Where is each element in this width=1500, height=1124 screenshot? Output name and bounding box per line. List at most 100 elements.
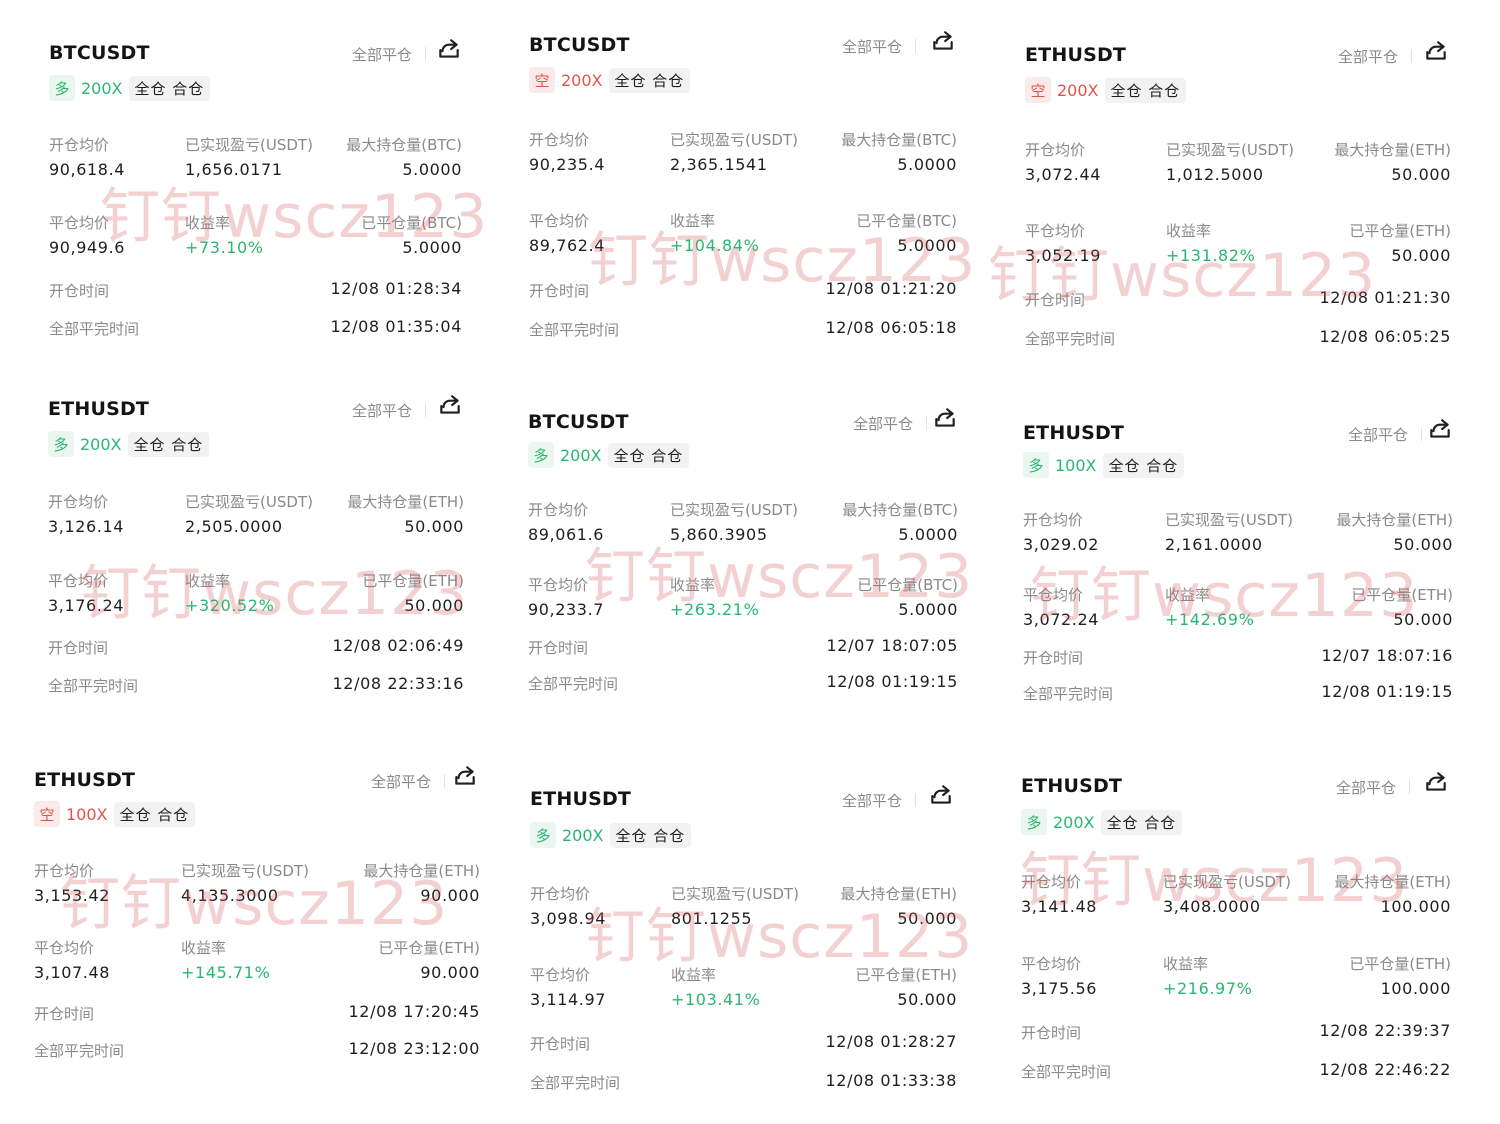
yield-value: +216.97% <box>1163 979 1253 998</box>
margin-mode-badge: 全仓 合仓 <box>127 431 210 457</box>
yield-label: 收益率 <box>185 572 231 590</box>
position-tags: 空 200X 全仓 合仓 <box>1025 77 1187 103</box>
closed-qty-value: 5.0000 <box>402 238 462 257</box>
full-close-time-label: 全部平完时间 <box>1023 685 1114 703</box>
share-icon[interactable] <box>932 405 958 431</box>
open-time-value: 12/08 22:39:37 <box>1319 1021 1451 1040</box>
leverage-label: 200X <box>1053 812 1095 832</box>
share-icon[interactable] <box>1423 769 1449 795</box>
side-badge: 多 <box>49 75 75 101</box>
open-avg-label: 开仓均价 <box>49 136 110 154</box>
realized-pnl-value: 4,135.3000 <box>181 886 279 905</box>
yield-value: +263.21% <box>670 600 760 619</box>
share-icon[interactable] <box>436 36 462 62</box>
share-icon[interactable] <box>1427 416 1453 442</box>
trade-card: BTCUSDT 全部平仓多 200X 全仓 合仓 开仓均价 已实现盈亏(USDT) 最大持仓… <box>49 39 462 362</box>
full-close-time-value: 12/08 01:19:15 <box>1321 682 1453 701</box>
side-badge: 多 <box>1023 452 1049 478</box>
realized-pnl-label: 已实现盈亏(USDT) <box>1163 873 1291 891</box>
symbol-title: ETHUSDT <box>34 769 136 791</box>
close-all-button[interactable]: 全部平仓 <box>371 771 446 792</box>
close-all-button[interactable]: 全部平仓 <box>1336 777 1411 798</box>
close-avg-label: 平仓均价 <box>529 212 590 230</box>
close-all-button[interactable]: 全部平仓 <box>352 400 427 421</box>
yield-label: 收益率 <box>185 214 231 232</box>
full-close-time-value: 12/08 01:19:15 <box>826 672 958 691</box>
realized-pnl-value: 2,161.0000 <box>1165 535 1263 554</box>
close-all-button[interactable]: 全部平仓 <box>842 36 917 57</box>
margin-mode-badge: 全仓 合仓 <box>128 75 211 101</box>
position-tags: 多 200X 全仓 合仓 <box>48 431 210 457</box>
realized-pnl-label: 已实现盈亏(USDT) <box>185 136 313 154</box>
trade-card: ETHUSDT 全部平仓多 200X 全仓 合仓 开仓均价 已实现盈亏(USDT) 最大持仓… <box>1021 772 1451 1095</box>
close-avg-label: 平仓均价 <box>530 966 591 984</box>
open-avg-value: 90,618.4 <box>49 160 126 179</box>
share-icon[interactable] <box>437 392 463 418</box>
trade-card: ETHUSDT 全部平仓多 200X 全仓 合仓 开仓均价 已实现盈亏(USDT) 最大持仓… <box>530 785 957 1108</box>
closed-qty-value: 50.000 <box>1393 610 1453 629</box>
full-close-time-label: 全部平完时间 <box>1021 1063 1112 1081</box>
open-avg-label: 开仓均价 <box>34 862 95 880</box>
closed-qty-label: 已平仓量(ETH) <box>1351 586 1453 604</box>
max-position-value: 5.0000 <box>402 160 462 179</box>
margin-mode-badge: 全仓 合仓 <box>609 822 692 848</box>
close-all-button[interactable]: 全部平仓 <box>1348 424 1423 445</box>
open-time-label: 开仓时间 <box>49 282 110 300</box>
max-position-label: 最大持仓量(ETH) <box>363 862 480 880</box>
open-time-value: 12/08 17:20:45 <box>348 1002 480 1021</box>
open-time-label: 开仓时间 <box>1025 291 1086 309</box>
position-tags: 多 100X 全仓 合仓 <box>1023 452 1185 478</box>
realized-pnl-label: 已实现盈亏(USDT) <box>671 885 799 903</box>
open-avg-value: 3,029.02 <box>1023 535 1100 554</box>
close-avg-value: 3,114.97 <box>530 990 607 1009</box>
open-avg-label: 开仓均价 <box>1025 141 1086 159</box>
max-position-label: 最大持仓量(ETH) <box>1334 141 1451 159</box>
max-position-label: 最大持仓量(BTC) <box>346 136 462 154</box>
open-time-label: 开仓时间 <box>529 282 590 300</box>
max-position-label: 最大持仓量(BTC) <box>842 501 958 519</box>
trade-card: ETHUSDT 全部平仓空 100X 全仓 合仓 开仓均价 已实现盈亏(USDT) 最大持仓… <box>34 766 480 1089</box>
share-icon[interactable] <box>928 782 954 808</box>
open-avg-value: 89,061.6 <box>528 525 605 544</box>
side-badge: 空 <box>529 67 555 93</box>
symbol-title: ETHUSDT <box>48 398 150 420</box>
leverage-label: 200X <box>560 445 602 465</box>
share-icon[interactable] <box>930 28 956 54</box>
close-all-button[interactable]: 全部平仓 <box>352 44 427 65</box>
position-tags: 空 200X 全仓 合仓 <box>529 67 691 93</box>
position-tags: 多 200X 全仓 合仓 <box>530 822 692 848</box>
close-avg-value: 90,233.7 <box>528 600 605 619</box>
realized-pnl-label: 已实现盈亏(USDT) <box>670 131 798 149</box>
closed-qty-label: 已平仓量(ETH) <box>362 572 464 590</box>
max-position-label: 最大持仓量(BTC) <box>841 131 957 149</box>
max-position-label: 最大持仓量(ETH) <box>840 885 957 903</box>
margin-mode-badge: 全仓 合仓 <box>1102 452 1185 478</box>
realized-pnl-value: 2,365.1541 <box>670 155 768 174</box>
open-avg-value: 3,126.14 <box>48 517 125 536</box>
realized-pnl-value: 2,505.0000 <box>185 517 283 536</box>
open-time-label: 开仓时间 <box>48 639 109 657</box>
closed-qty-label: 已平仓量(BTC) <box>857 576 958 594</box>
yield-value: +131.82% <box>1166 246 1256 265</box>
full-close-time-value: 12/08 06:05:18 <box>825 318 957 337</box>
max-position-label: 最大持仓量(ETH) <box>1336 511 1453 529</box>
side-badge: 多 <box>48 431 74 457</box>
closed-qty-value: 5.0000 <box>898 600 958 619</box>
closed-qty-value: 50.000 <box>1391 246 1451 265</box>
open-avg-value: 90,235.4 <box>529 155 606 174</box>
share-icon[interactable] <box>452 763 478 789</box>
close-all-button[interactable]: 全部平仓 <box>853 413 928 434</box>
share-icon[interactable] <box>1423 38 1449 64</box>
close-all-button[interactable]: 全部平仓 <box>1338 46 1413 67</box>
close-avg-value: 3,175.56 <box>1021 979 1098 998</box>
yield-label: 收益率 <box>671 966 717 984</box>
yield-label: 收益率 <box>1166 222 1212 240</box>
close-all-button[interactable]: 全部平仓 <box>842 790 917 811</box>
max-position-value: 100.000 <box>1380 897 1451 916</box>
realized-pnl-label: 已实现盈亏(USDT) <box>185 493 313 511</box>
side-badge: 多 <box>530 822 556 848</box>
close-avg-label: 平仓均价 <box>34 939 95 957</box>
side-badge: 多 <box>1021 809 1047 835</box>
leverage-label: 200X <box>561 70 603 90</box>
closed-qty-label: 已平仓量(BTC) <box>361 214 462 232</box>
